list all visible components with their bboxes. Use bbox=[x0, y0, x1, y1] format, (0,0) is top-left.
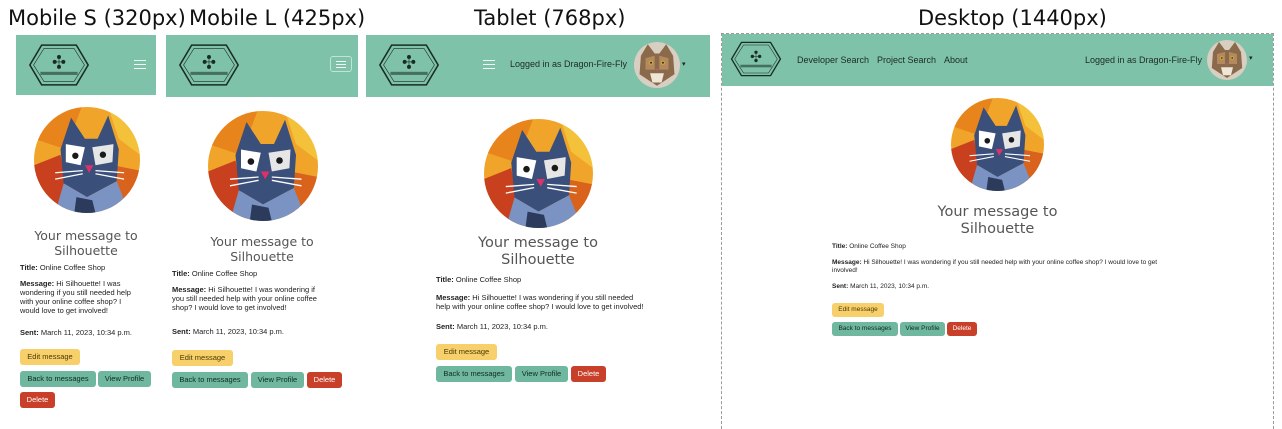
page-title: Your message to Silhouette bbox=[366, 235, 710, 270]
brand-logo[interactable] bbox=[378, 43, 440, 87]
delete-button[interactable]: Delete bbox=[20, 392, 55, 408]
heading-line-1: Your message to bbox=[478, 235, 598, 251]
edit-message-button[interactable]: Edit message bbox=[172, 350, 233, 366]
sent-label: Sent: bbox=[832, 283, 849, 290]
hamburger-icon[interactable] bbox=[330, 56, 352, 72]
view-profile-button[interactable]: View Profile bbox=[98, 371, 151, 387]
navbar: Logged in as Dragon-Fire-Fly ▾ bbox=[366, 35, 710, 97]
title-label: Title: bbox=[832, 243, 848, 250]
tablet-view: Logged in as Dragon-Fire-Fly ▾ Your mess… bbox=[366, 35, 710, 415]
page-title: Your message to Silhouette bbox=[166, 234, 358, 264]
sent-field: Sent: March 11, 2023, 10:34 p.m. bbox=[832, 283, 1162, 291]
sent-field: Sent: March 11, 2023, 10:34 p.m. bbox=[172, 327, 352, 336]
heading-line-2: Silhouette bbox=[501, 252, 575, 269]
profile-image bbox=[951, 98, 1044, 191]
nav-project-search[interactable]: Project Search bbox=[877, 55, 936, 65]
brand-logo[interactable] bbox=[28, 43, 90, 87]
desktop-view: Developer Search Project Search About Lo… bbox=[722, 34, 1273, 424]
title-label: Title: bbox=[172, 269, 190, 278]
message-value: Hi Silhouette! I was wondering if you st… bbox=[832, 259, 1158, 274]
message-label: Message: bbox=[172, 285, 207, 294]
navbar bbox=[166, 35, 358, 97]
sent-label: Sent: bbox=[172, 327, 191, 336]
profile-image bbox=[208, 111, 318, 221]
edit-message-button[interactable]: Edit message bbox=[832, 303, 884, 317]
message-label: Message: bbox=[832, 259, 862, 266]
caret-down-icon[interactable]: ▾ bbox=[1249, 54, 1253, 62]
hamburger-icon[interactable] bbox=[478, 57, 500, 73]
message-label: Message: bbox=[436, 293, 471, 302]
logged-in-text: Logged in as Dragon-Fire-Fly bbox=[510, 59, 628, 69]
heading-line-1: Your message to bbox=[210, 234, 314, 249]
title-value: Online Coffee Shop bbox=[849, 243, 906, 250]
message-field: Message: Hi Silhouette! I was wondering … bbox=[832, 259, 1162, 275]
label-mobile-l: Mobile L (425px) bbox=[189, 6, 366, 30]
nav-about[interactable]: About bbox=[944, 55, 968, 65]
title-label: Title: bbox=[20, 263, 38, 272]
sent-value: March 11, 2023, 10:34 p.m. bbox=[456, 322, 549, 331]
brand-logo[interactable] bbox=[178, 43, 240, 87]
delete-button[interactable]: Delete bbox=[571, 366, 606, 382]
sent-field: Sent: March 11, 2023, 10:34 p.m. bbox=[20, 328, 154, 337]
message-field: Message: Hi Silhouette! I was wondering … bbox=[172, 285, 322, 312]
message-label: Message: bbox=[20, 279, 55, 288]
navbar: Developer Search Project Search About Lo… bbox=[722, 34, 1273, 86]
profile-image bbox=[484, 119, 593, 228]
message-field: Message: Hi Silhouette! I was wondering … bbox=[436, 293, 646, 311]
view-profile-button[interactable]: View Profile bbox=[515, 366, 568, 382]
label-mobile-s: Mobile S (320px) bbox=[8, 6, 186, 30]
heading-line-2: Silhouette bbox=[960, 221, 1035, 238]
title-field: Title: Online Coffee Shop bbox=[436, 275, 686, 284]
logged-in-text: Logged in as Dragon-Fire-Fly bbox=[1085, 55, 1203, 65]
heading-line-2: Silhouette bbox=[54, 243, 118, 258]
title-field: Title: Online Coffee Shop bbox=[832, 243, 1162, 251]
mobile-l-view: Your message to Silhouette Title: Online… bbox=[166, 35, 358, 415]
edit-message-button[interactable]: Edit message bbox=[20, 349, 80, 365]
hamburger-icon[interactable] bbox=[129, 57, 151, 73]
edit-message-button[interactable]: Edit message bbox=[436, 344, 497, 360]
page-title: Your message to Silhouette bbox=[16, 228, 156, 258]
back-to-messages-button[interactable]: Back to messages bbox=[20, 371, 96, 387]
message-field: Message: Hi Silhouette! I was wondering … bbox=[20, 279, 142, 315]
title-value: Online Coffee Shop bbox=[455, 275, 522, 284]
heading-line-1: Your message to bbox=[34, 228, 138, 243]
back-to-messages-button[interactable]: Back to messages bbox=[172, 372, 248, 388]
nav-developer-search[interactable]: Developer Search bbox=[797, 55, 869, 65]
heading-line-2: Silhouette bbox=[230, 249, 294, 264]
title-label: Title: bbox=[436, 275, 454, 284]
sent-value: March 11, 2023, 10:34 p.m. bbox=[40, 328, 133, 337]
back-to-messages-button[interactable]: Back to messages bbox=[436, 366, 512, 382]
user-avatar[interactable] bbox=[634, 42, 680, 88]
title-field: Title: Online Coffee Shop bbox=[172, 269, 352, 278]
caret-down-icon[interactable]: ▾ bbox=[682, 60, 686, 68]
delete-button[interactable]: Delete bbox=[947, 322, 977, 336]
delete-button[interactable]: Delete bbox=[307, 372, 342, 388]
label-tablet: Tablet (768px) bbox=[474, 6, 626, 30]
label-desktop: Desktop (1440px) bbox=[918, 6, 1107, 30]
sent-label: Sent: bbox=[436, 322, 455, 331]
title-value: Online Coffee Shop bbox=[191, 269, 258, 278]
heading-line-1: Your message to bbox=[937, 204, 1058, 220]
navbar bbox=[16, 35, 156, 95]
sent-label: Sent: bbox=[20, 328, 39, 337]
title-field: Title: Online Coffee Shop bbox=[20, 263, 154, 272]
mobile-s-view: Your message to Silhouette Title: Online… bbox=[16, 35, 156, 415]
user-avatar[interactable] bbox=[1207, 40, 1247, 80]
view-profile-button[interactable]: View Profile bbox=[900, 322, 945, 336]
brand-logo[interactable] bbox=[730, 39, 782, 79]
sent-value: March 11, 2023, 10:34 p.m. bbox=[850, 283, 930, 290]
sent-field: Sent: March 11, 2023, 10:34 p.m. bbox=[436, 322, 686, 331]
profile-image bbox=[34, 107, 140, 213]
view-profile-button[interactable]: View Profile bbox=[251, 372, 304, 388]
title-value: Online Coffee Shop bbox=[39, 263, 106, 272]
page-title: Your message to Silhouette bbox=[722, 204, 1273, 239]
sent-value: March 11, 2023, 10:34 p.m. bbox=[192, 327, 285, 336]
back-to-messages-button[interactable]: Back to messages bbox=[832, 322, 898, 336]
